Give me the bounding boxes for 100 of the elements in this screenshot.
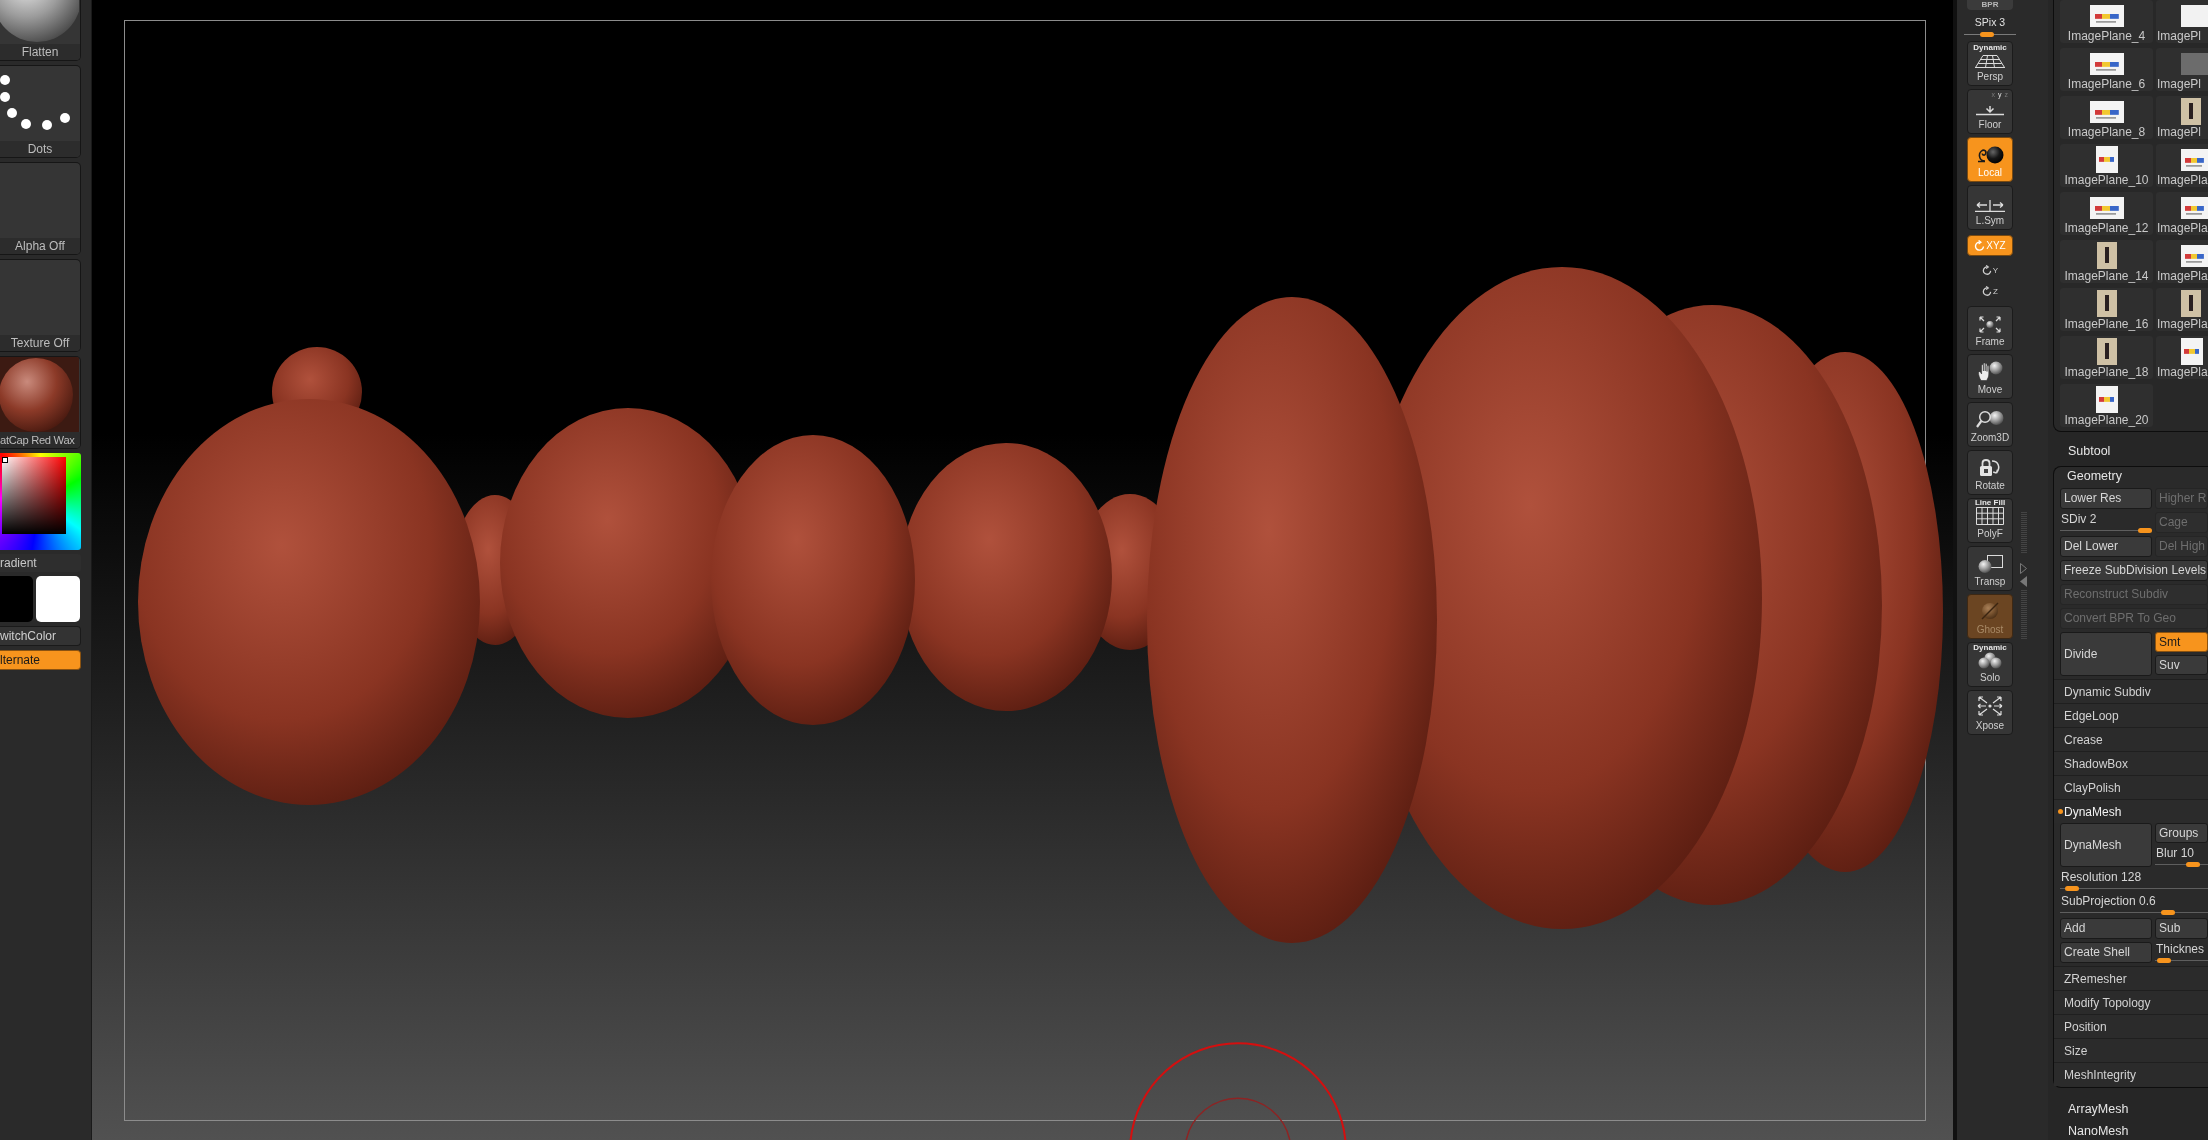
toggle-button[interactable]: Groups	[2155, 823, 2208, 843]
slider-track[interactable]	[2060, 886, 2208, 891]
toggle-button[interactable]: Smt	[2155, 632, 2208, 652]
floor-arrow-icon	[1976, 106, 2004, 116]
rotate-arrow-icon	[1981, 265, 1992, 275]
toolbar-button[interactable]: Line Fill PolyF	[1967, 498, 2013, 543]
toolbar-button[interactable]: Y	[1979, 263, 2001, 277]
color-picker[interactable]	[0, 453, 81, 550]
bpr-button[interactable]: BPR	[1967, 0, 2013, 10]
perspective-grid-icon	[1975, 54, 2005, 68]
blank-thumbnail	[2181, 5, 2208, 27]
symmetry-arrows-icon	[1975, 200, 2005, 212]
image-plane-item[interactable]: ImagePlane_20	[2060, 384, 2153, 427]
toolbar-button[interactable]: Dynamic Persp	[1967, 41, 2013, 86]
palette-tile[interactable]: Dots	[0, 65, 81, 158]
color-swatch-icon[interactable]	[35, 576, 80, 622]
color-swatch-icon[interactable]	[0, 576, 33, 622]
diagram-thumbnail	[2089, 101, 2124, 123]
hand-icon	[1977, 361, 2003, 381]
switch-color-button[interactable]: witchColor	[0, 626, 81, 646]
image-plane-item[interactable]: ImagePla	[2156, 192, 2208, 235]
slider-label: SDiv 2	[2060, 512, 2097, 526]
image-plane-item[interactable]: ImagePlane_16	[2060, 288, 2153, 331]
grid-icon	[1976, 507, 2004, 525]
slider-label: SubProjection 0.6	[2060, 894, 2156, 908]
slider-label: Blur 10	[2155, 846, 2195, 860]
palette-button[interactable]: Freeze SubDivision Levels	[2060, 560, 2208, 581]
resize-grip[interactable]	[2020, 590, 2027, 640]
image-plane-item[interactable]: ImagePlane_6	[2060, 48, 2153, 91]
diagram-thumbnail	[2095, 386, 2118, 413]
magnifier-icon	[1976, 410, 2004, 429]
palette-header[interactable]: Subtool	[2053, 443, 2208, 460]
image-plane-item[interactable]: ImagePlane_10	[2060, 144, 2153, 187]
toolbar-button[interactable]: Frame	[1967, 306, 2013, 351]
palette-tile[interactable]: atCap Red Wax	[0, 356, 81, 449]
image-plane-item[interactable]: ImagePl	[2156, 96, 2208, 139]
resize-grip[interactable]	[2020, 512, 2027, 553]
toolbar-button[interactable]: L.Sym	[1967, 185, 2013, 230]
slider-track[interactable]	[2060, 910, 2208, 915]
palette-header[interactable]: NanoMesh	[2053, 1123, 2208, 1140]
image-plane-item[interactable]: ImagePl	[2156, 48, 2208, 91]
palette-header[interactable]: ArrayMesh	[2053, 1101, 2208, 1118]
toolbar-button[interactable]: Transp	[1967, 546, 2013, 591]
slider-track[interactable]	[2155, 862, 2208, 867]
toolbar-button[interactable]: Z	[1980, 284, 2000, 298]
picker-marker-icon	[2, 457, 8, 463]
slider-thumb[interactable]	[2160, 910, 2175, 915]
slider-track[interactable]	[2155, 958, 2208, 963]
image-plane-item[interactable]: ImagePla	[2156, 288, 2208, 331]
palette-tile[interactable]: Flatten	[0, 0, 81, 61]
photo-placeholder	[2096, 242, 2117, 269]
slider-thumb[interactable]	[1979, 32, 1994, 37]
palette-button[interactable]: Lower Res	[2060, 488, 2152, 509]
toolbar-button[interactable]: Rotate	[1967, 450, 2013, 495]
palette-button[interactable]: Create Shell	[2060, 942, 2152, 963]
toolbar-button[interactable]: Move	[1967, 354, 2013, 399]
image-plane-item[interactable]: ImagePl	[2156, 0, 2208, 43]
image-plane-item[interactable]: ImagePlane_18	[2060, 336, 2153, 379]
image-plane-item[interactable]: ImagePlane_4	[2060, 0, 2153, 43]
toolbar-button[interactable]: Dynamic Solo	[1967, 642, 2013, 687]
diagram-thumbnail	[2089, 5, 2124, 27]
palette-tile[interactable]: Texture Off	[0, 259, 81, 352]
collapse-arrows-icon[interactable]	[2020, 563, 2027, 587]
image-plane-item[interactable]: ImagePla	[2156, 336, 2208, 379]
diagram-thumbnail	[2181, 149, 2208, 171]
photo-placeholder	[2096, 290, 2117, 317]
image-plane-item[interactable]: ImagePla	[2156, 240, 2208, 283]
diagram-thumbnail	[2089, 197, 2124, 219]
slashed-sphere-icon	[1979, 601, 2001, 621]
photo-placeholder	[2181, 290, 2201, 317]
gradient-button[interactable]: radient	[0, 554, 81, 572]
palette-button[interactable]: DynaMesh	[2060, 823, 2152, 867]
alternate-button[interactable]: lternate	[0, 650, 81, 670]
spheres-icon	[1977, 652, 2003, 669]
photo-placeholder	[2181, 53, 2208, 75]
slider-thumb[interactable]	[2065, 886, 2080, 891]
palette-header[interactable]: Geometry	[2054, 468, 2122, 485]
brush-cursor-icon	[1129, 1042, 1347, 1140]
rotate-arrow-icon	[1982, 286, 1993, 296]
frame-corners-icon	[1979, 316, 2001, 333]
slider-thumb[interactable]	[2156, 958, 2171, 963]
dots-icon	[0, 73, 71, 131]
image-plane-item[interactable]: ImagePlane_8	[2060, 96, 2153, 139]
palette-button[interactable]: Divide	[2060, 632, 2152, 676]
slider-track[interactable]	[2060, 528, 2152, 533]
palette-tile[interactable]: Alpha Off	[0, 162, 81, 255]
slider-label: Thicknes	[2155, 942, 2205, 956]
image-plane-item[interactable]: ImagePlane_12	[2060, 192, 2153, 235]
toggle-button[interactable]: Suv	[2155, 655, 2208, 675]
slider-thumb[interactable]	[2186, 862, 2201, 867]
image-plane-item[interactable]: ImagePlane_14	[2060, 240, 2153, 283]
toolbar-button[interactable]: Zoom3D	[1967, 402, 2013, 447]
slider-label: Resolution 128	[2060, 870, 2142, 884]
palette-button[interactable]: Add	[2060, 918, 2152, 939]
toolbar-button[interactable]: Xpose	[1967, 690, 2013, 735]
palette-button[interactable]: Sub	[2155, 918, 2208, 939]
slider-thumb[interactable]	[2138, 528, 2152, 533]
palette-button[interactable]: Del Lower	[2060, 536, 2152, 557]
section-header[interactable]: MeshIntegrity	[2054, 1062, 2208, 1086]
image-plane-item[interactable]: ImagePla	[2156, 144, 2208, 187]
